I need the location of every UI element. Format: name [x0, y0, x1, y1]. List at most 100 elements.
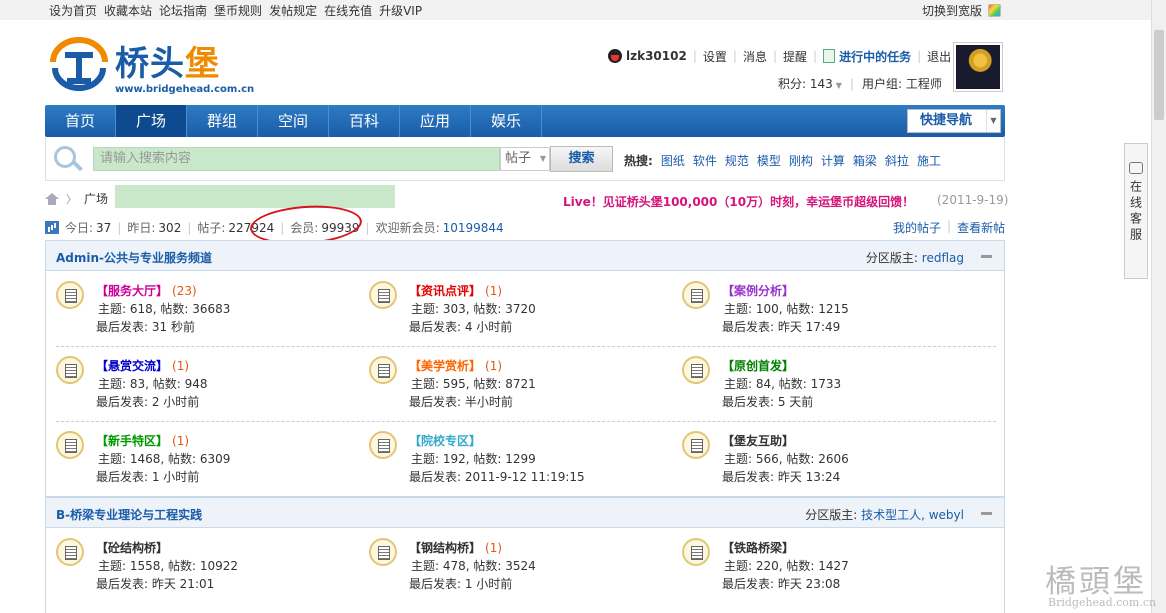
forum-link[interactable]: 【美学赏析】: [409, 359, 481, 373]
search-type-select[interactable]: 帖子 ▼: [500, 147, 550, 171]
hot-search-link[interactable]: 施工: [917, 152, 941, 169]
messages-link[interactable]: 消息: [743, 48, 767, 65]
collapse-icon[interactable]: [981, 512, 992, 515]
hot-search-link[interactable]: 模型: [757, 152, 781, 169]
forum-doc-icon[interactable]: [369, 431, 397, 459]
collapse-icon[interactable]: [981, 255, 992, 258]
hot-search-link[interactable]: 计算: [821, 152, 845, 169]
my-posts-link[interactable]: 我的帖子: [893, 219, 941, 236]
forum-doc-icon[interactable]: [56, 431, 84, 459]
scrollbar-thumb[interactable]: [1154, 30, 1164, 120]
section-title[interactable]: Admin-公共与专业服务频道: [56, 249, 212, 266]
new-posts-link[interactable]: 查看新帖: [957, 219, 1005, 236]
avatar[interactable]: [953, 42, 1003, 92]
hot-search-link[interactable]: 刚构: [789, 152, 813, 169]
forum-doc-icon[interactable]: [369, 281, 397, 309]
forum-stats: 主题: 478, 帖数: 3524: [411, 559, 536, 573]
forum-last-post[interactable]: 最后发表: 1 小时前: [96, 468, 199, 485]
nav-item[interactable]: 百科: [329, 105, 400, 137]
forum-last-post[interactable]: 最后发表: 31 秒前: [96, 318, 195, 335]
forum-item: 【案例分析】 主题: 100, 帖数: 1215 最后发表: 昨天 17:49: [682, 281, 982, 343]
forum-stats: 主题: 566, 帖数: 2606: [724, 452, 849, 466]
forum-link[interactable]: 【悬赏交流】: [96, 359, 168, 373]
online-service-button[interactable]: 在线客服: [1124, 143, 1148, 279]
top-link[interactable]: 堡币规则: [214, 2, 262, 19]
forum-last-post[interactable]: 最后发表: 1 小时前: [409, 575, 512, 592]
hot-search-link[interactable]: 规范: [725, 152, 749, 169]
forum-doc-icon[interactable]: [682, 281, 710, 309]
top-bar: 设为首页 收藏本站 论坛指南 堡币规则 发帖规定 在线充值 升级VIP 切换到宽版: [0, 0, 1166, 20]
forum-doc-icon[interactable]: [56, 538, 84, 566]
top-link[interactable]: 发帖规定: [269, 2, 317, 19]
logo-text-b: 堡: [185, 44, 220, 84]
hot-search-link[interactable]: 软件: [693, 152, 717, 169]
notice-link[interactable]: Live！见证桥头堡100,000（10万）时刻，幸运堡币超级回馈！: [563, 193, 914, 210]
forum-name: 【钢结构桥】 (1): [409, 539, 502, 556]
moderator-label: 分区版主:: [805, 508, 858, 522]
forum-link[interactable]: 【服务大厅】: [96, 284, 168, 298]
forum-last-post[interactable]: 最后发表: 5 天前: [722, 393, 813, 410]
forum-link[interactable]: 【原创首发】: [722, 359, 794, 373]
nav-item[interactable]: 广场: [116, 105, 187, 137]
nav-item[interactable]: 娱乐: [471, 105, 542, 137]
forum-link[interactable]: 【铁路桥梁】: [722, 541, 794, 555]
forum-last-post[interactable]: 最后发表: 昨天 13:24: [722, 468, 840, 485]
hot-search-link[interactable]: 箱梁: [853, 152, 877, 169]
forum-last-post[interactable]: 最后发表: 昨天 23:08: [722, 575, 840, 592]
breadcrumb-current: 广场: [84, 192, 109, 206]
stat-today-label: 今日:: [65, 221, 94, 235]
section-title[interactable]: B-桥梁专业理论与工程实践: [56, 506, 202, 523]
home-icon[interactable]: [45, 192, 59, 205]
username-link[interactable]: lzk30102: [626, 49, 687, 63]
top-link[interactable]: 论坛指南: [159, 2, 207, 19]
hot-search-link[interactable]: 图纸: [661, 152, 685, 169]
nav-item[interactable]: 群组: [187, 105, 258, 137]
tasks-link[interactable]: 进行中的任务: [839, 48, 911, 65]
forum-last-post[interactable]: 最后发表: 2 小时前: [96, 393, 199, 410]
forum-link[interactable]: 【案例分析】: [722, 284, 794, 298]
forum-link[interactable]: 【院校专区】: [409, 434, 481, 448]
switch-wide-link[interactable]: 切换到宽版: [922, 2, 1002, 19]
forum-doc-icon[interactable]: [682, 431, 710, 459]
logout-link[interactable]: 退出: [927, 48, 951, 65]
forum-doc-icon[interactable]: [369, 356, 397, 384]
forum-link[interactable]: 【堡友互助】: [722, 434, 794, 448]
forum-item: 【悬赏交流】 (1) 主题: 83, 帖数: 948 最后发表: 2 小时前: [56, 356, 356, 418]
moderator-link[interactable]: 技术型工人, webyl: [861, 508, 964, 522]
search-button[interactable]: 搜索: [550, 146, 613, 172]
nav-item[interactable]: 空间: [258, 105, 329, 137]
settings-link[interactable]: 设置: [703, 48, 727, 65]
search-input[interactable]: 请输入搜索内容: [93, 147, 500, 171]
score-menu[interactable]: 积分: 143 ▼: [778, 75, 842, 92]
forum-doc-icon[interactable]: [682, 356, 710, 384]
top-link[interactable]: 设为首页: [49, 2, 97, 19]
forum-last-post[interactable]: 最后发表: 半小时前: [409, 393, 513, 410]
forum-new-count: (1): [485, 359, 503, 373]
nav-item[interactable]: 应用: [400, 105, 471, 137]
top-link[interactable]: 收藏本站: [104, 2, 152, 19]
newest-member-link[interactable]: 10199844: [443, 221, 504, 235]
site-logo[interactable]: 桥头堡 www.bridgehead.com.cn: [45, 32, 254, 98]
top-link[interactable]: 升级VIP: [379, 2, 422, 19]
nav-item[interactable]: 首页: [45, 105, 116, 137]
forum-doc-icon[interactable]: [56, 356, 84, 384]
forum-last-post[interactable]: 最后发表: 2011-9-12 11:19:15: [409, 468, 585, 485]
forum-last-post[interactable]: 最后发表: 昨天 17:49: [722, 318, 840, 335]
hot-search-link[interactable]: 斜拉: [885, 152, 909, 169]
quick-nav-button[interactable]: 快捷导航 ▼: [907, 109, 1001, 133]
forum-link[interactable]: 【砼结构桥】: [96, 541, 168, 555]
forum-link[interactable]: 【钢结构桥】: [409, 541, 481, 555]
top-link[interactable]: 在线充值: [324, 2, 372, 19]
scrollbar[interactable]: [1151, 0, 1166, 613]
forum-last-post[interactable]: 最后发表: 昨天 21:01: [96, 575, 214, 592]
forum-link[interactable]: 【资讯点评】: [409, 284, 481, 298]
forum-link[interactable]: 【新手特区】: [96, 434, 168, 448]
reminders-link[interactable]: 提醒: [783, 48, 807, 65]
forum-doc-icon[interactable]: [682, 538, 710, 566]
top-links: 设为首页 收藏本站 论坛指南 堡币规则 发帖规定 在线充值 升级VIP: [49, 2, 422, 19]
color-palette-icon[interactable]: [988, 4, 1002, 17]
moderator-link[interactable]: redflag: [922, 251, 964, 265]
forum-doc-icon[interactable]: [56, 281, 84, 309]
forum-doc-icon[interactable]: [369, 538, 397, 566]
forum-last-post[interactable]: 最后发表: 4 小时前: [409, 318, 512, 335]
